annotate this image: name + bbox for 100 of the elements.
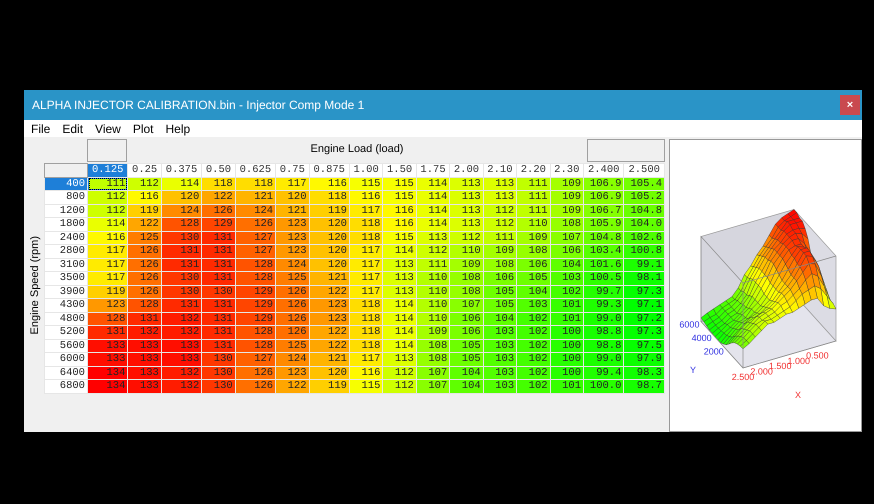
- table-cell[interactable]: 105: [516, 272, 550, 285]
- table-cell[interactable]: 115: [349, 177, 383, 190]
- row-header[interactable]: 6000: [44, 352, 88, 366]
- table-cell[interactable]: 105: [450, 352, 484, 366]
- column-header[interactable]: 1.75: [416, 164, 450, 177]
- table-cell[interactable]: 108: [416, 339, 450, 352]
- table-cell[interactable]: 107: [416, 366, 450, 380]
- table-cell[interactable]: 107: [550, 231, 584, 244]
- table-cell[interactable]: 109: [450, 258, 484, 272]
- table-cell[interactable]: 133: [128, 380, 162, 393]
- table-cell[interactable]: 106: [550, 244, 584, 258]
- table-cell[interactable]: 125: [276, 272, 310, 285]
- row-header[interactable]: 400: [44, 177, 88, 190]
- table-cell[interactable]: 99.4: [584, 366, 624, 380]
- table-cell[interactable]: 105: [483, 285, 517, 298]
- column-header[interactable]: 0.625: [235, 164, 276, 177]
- table-cell[interactable]: 99.0: [584, 312, 624, 326]
- table-cell[interactable]: 121: [235, 190, 276, 204]
- table-cell[interactable]: 125: [276, 339, 310, 352]
- table-cell[interactable]: 114: [416, 177, 450, 190]
- table-cell[interactable]: 124: [276, 352, 310, 366]
- table-cell[interactable]: 126: [128, 272, 162, 285]
- table-cell[interactable]: 133: [128, 352, 162, 366]
- table-cell[interactable]: 103: [483, 352, 517, 366]
- table-cell[interactable]: 120: [276, 190, 310, 204]
- table-cell[interactable]: 102: [516, 366, 550, 380]
- row-header[interactable]: 2400: [44, 231, 88, 244]
- table-cell[interactable]: 133: [161, 339, 202, 352]
- table-cell[interactable]: 107: [416, 380, 450, 393]
- table-cell[interactable]: 126: [235, 380, 276, 393]
- row-header[interactable]: 4800: [44, 312, 88, 326]
- table-cell[interactable]: 100: [550, 326, 584, 339]
- table-cell[interactable]: 117: [349, 244, 383, 258]
- table-cell[interactable]: 108: [550, 218, 584, 231]
- table-cell[interactable]: 122: [309, 285, 350, 298]
- table-cell[interactable]: 128: [161, 218, 202, 231]
- table-cell[interactable]: 113: [450, 190, 484, 204]
- table-cell[interactable]: 118: [349, 312, 383, 326]
- table-cell[interactable]: 131: [202, 244, 236, 258]
- column-header[interactable]: 2.30: [550, 164, 584, 177]
- table-cell[interactable]: 116: [349, 366, 383, 380]
- table-cell[interactable]: 129: [235, 298, 276, 312]
- table-cell[interactable]: 128: [235, 272, 276, 285]
- table-cell[interactable]: 110: [516, 218, 550, 231]
- table-cell[interactable]: 123: [88, 298, 128, 312]
- table-cell[interactable]: 101: [550, 312, 584, 326]
- table-cell[interactable]: 106: [516, 258, 550, 272]
- table-cell[interactable]: 118: [202, 177, 236, 190]
- table-cell[interactable]: 116: [382, 218, 416, 231]
- table-cell[interactable]: 115: [382, 190, 416, 204]
- row-header[interactable]: 3500: [44, 272, 88, 285]
- table-cell[interactable]: 131: [202, 258, 236, 272]
- table-cell[interactable]: 105: [450, 339, 484, 352]
- table-cell[interactable]: 105.2: [624, 190, 664, 204]
- table-cell[interactable]: 103: [483, 339, 517, 352]
- table-cell[interactable]: 113: [450, 204, 484, 218]
- table-cell[interactable]: 112: [483, 218, 517, 231]
- table-cell[interactable]: 116: [309, 177, 350, 190]
- table-cell[interactable]: 116: [382, 204, 416, 218]
- table-cell[interactable]: 98.8: [584, 339, 624, 352]
- table-cell[interactable]: 122: [202, 190, 236, 204]
- table-cell[interactable]: 131: [202, 272, 236, 285]
- menu-item[interactable]: Help: [166, 122, 190, 136]
- table-cell[interactable]: 131: [161, 244, 202, 258]
- table-cell[interactable]: 129: [235, 312, 276, 326]
- table-cell[interactable]: 114: [416, 190, 450, 204]
- table-cell[interactable]: 121: [309, 272, 350, 285]
- column-header[interactable]: 1.50: [382, 164, 416, 177]
- table-cell[interactable]: 131: [202, 231, 236, 244]
- table-cell[interactable]: 123: [276, 366, 310, 380]
- table-cell[interactable]: 132: [161, 380, 202, 393]
- table-cell[interactable]: 118: [349, 326, 383, 339]
- table-cell[interactable]: 113: [450, 218, 484, 231]
- row-header[interactable]: 5200: [44, 326, 88, 339]
- table-cell[interactable]: 126: [235, 218, 276, 231]
- table-cell[interactable]: 117: [88, 244, 128, 258]
- table-cell[interactable]: 132: [161, 366, 202, 380]
- table-cell[interactable]: 98.1: [624, 272, 664, 285]
- table-cell[interactable]: 115: [349, 380, 383, 393]
- table-cell[interactable]: 126: [128, 258, 162, 272]
- table-cell[interactable]: 115: [382, 231, 416, 244]
- table-cell[interactable]: 123: [276, 244, 310, 258]
- table-cell[interactable]: 104: [550, 258, 584, 272]
- table-cell[interactable]: 133: [161, 352, 202, 366]
- table-cell[interactable]: 102: [516, 326, 550, 339]
- table-cell[interactable]: 106: [450, 312, 484, 326]
- table-cell[interactable]: 118: [349, 231, 383, 244]
- table-cell[interactable]: 111: [88, 177, 128, 190]
- column-header[interactable]: 0.25: [128, 164, 162, 177]
- table-cell[interactable]: 132: [161, 326, 202, 339]
- table-cell[interactable]: 114: [382, 244, 416, 258]
- table-cell[interactable]: 130: [161, 231, 202, 244]
- table-cell[interactable]: 104: [516, 285, 550, 298]
- column-header[interactable]: 2.400: [584, 164, 624, 177]
- table-cell[interactable]: 123: [309, 312, 350, 326]
- table-cell[interactable]: 98.8: [584, 326, 624, 339]
- table-cell[interactable]: 103: [483, 380, 517, 393]
- table-cell[interactable]: 134: [88, 366, 128, 380]
- table-cell[interactable]: 114: [161, 177, 202, 190]
- table-cell[interactable]: 109: [516, 231, 550, 244]
